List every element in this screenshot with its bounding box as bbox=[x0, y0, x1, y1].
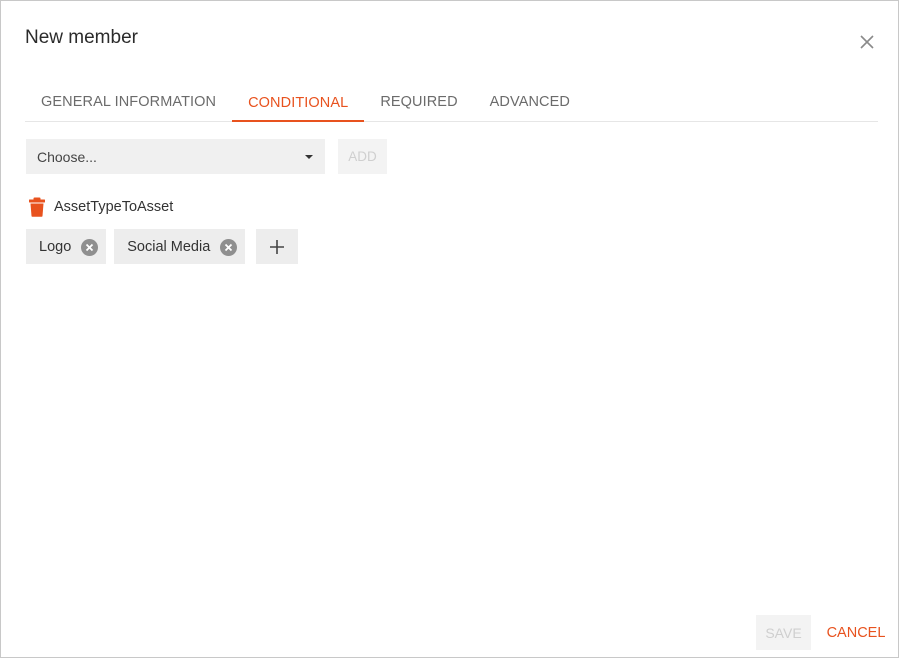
remove-circle-icon bbox=[81, 239, 99, 256]
cancel-button[interactable]: CANCEL bbox=[820, 615, 892, 650]
value-chip-social-media: Social Media bbox=[114, 229, 246, 264]
tab-advanced[interactable]: ADVANCED bbox=[474, 83, 586, 120]
delete-condition-button[interactable] bbox=[28, 197, 46, 217]
remove-chip-button[interactable] bbox=[220, 239, 238, 256]
tab-conditional[interactable]: CONDITIONAL bbox=[232, 83, 365, 122]
condition-row: AssetTypeToAsset bbox=[28, 197, 173, 217]
caret-down-icon bbox=[305, 154, 313, 159]
add-value-button[interactable] bbox=[256, 229, 299, 264]
new-member-dialog: New member GENERAL INFORMATION CONDITION… bbox=[0, 0, 899, 658]
close-icon bbox=[860, 35, 874, 49]
tab-general-information[interactable]: GENERAL INFORMATION bbox=[25, 83, 232, 120]
remove-circle-icon bbox=[220, 239, 238, 256]
tab-required[interactable]: REQUIRED bbox=[364, 83, 473, 120]
trash-icon bbox=[29, 197, 45, 217]
condition-values: Logo Social Media bbox=[26, 229, 299, 264]
chip-label: Logo bbox=[39, 238, 72, 255]
value-chip-logo: Logo bbox=[26, 229, 107, 264]
add-button[interactable]: ADD bbox=[338, 139, 387, 174]
plus-icon bbox=[270, 239, 285, 254]
dialog-title: New member bbox=[25, 27, 138, 48]
close-button[interactable] bbox=[856, 31, 878, 53]
tab-bar: GENERAL INFORMATION CONDITIONAL REQUIRED… bbox=[25, 83, 878, 122]
save-button[interactable]: SAVE bbox=[756, 615, 811, 650]
condition-type-select[interactable]: Choose... bbox=[26, 139, 325, 174]
select-value: Choose... bbox=[37, 148, 97, 165]
chip-label: Social Media bbox=[127, 238, 211, 255]
condition-name: AssetTypeToAsset bbox=[54, 199, 174, 215]
remove-chip-button[interactable] bbox=[81, 239, 99, 256]
